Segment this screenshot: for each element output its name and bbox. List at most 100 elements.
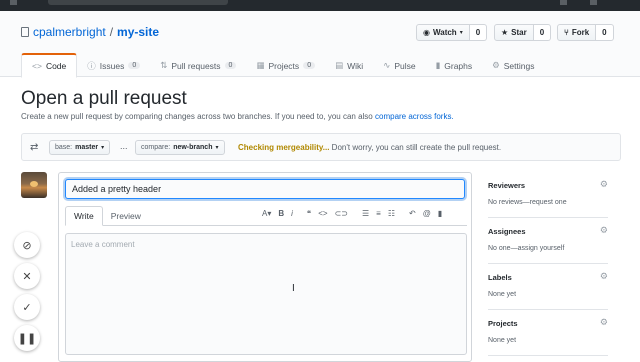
text-cursor-icon: I	[292, 283, 295, 294]
compare-branch-select[interactable]: compare: new-branch ▾	[135, 140, 225, 155]
page-subtitle-text: Create a new pull request by comparing c…	[21, 112, 373, 121]
compare-icon: ⇄	[30, 142, 39, 153]
github-logo-icon[interactable]	[10, 0, 17, 5]
tab-graphs-label: Graphs	[444, 60, 473, 71]
camera-off-button[interactable]: ⊘	[14, 232, 40, 258]
global-search-input[interactable]	[48, 0, 228, 5]
watch-group: ◉ Watch ▾ 0	[416, 24, 488, 41]
code-icon: <>	[32, 61, 42, 71]
watch-label: Watch	[432, 28, 457, 37]
repo-book-icon	[21, 27, 29, 37]
unordered-list-icon[interactable]: ☰	[362, 209, 369, 221]
ordered-list-icon[interactable]: ≡	[376, 209, 381, 221]
mergeability-status: Checking mergeability... Don't worry, yo…	[238, 143, 501, 152]
graph-icon: ▮	[435, 60, 441, 70]
tab-projects-label: Projects	[268, 60, 300, 71]
tab-pull-requests-label: Pull requests	[171, 60, 221, 71]
branch-range-bar: ⇄ base: master ▾ ... compare: new-branch ▾ C…	[21, 133, 621, 161]
pulse-icon: ∿	[383, 60, 391, 70]
mergeability-checking: Checking mergeability...	[238, 143, 330, 152]
project-icon: ▦	[256, 60, 265, 70]
base-prefix: base:	[55, 144, 73, 151]
chevron-down-icon: ▾	[101, 145, 105, 151]
close-icon: ✕	[22, 270, 32, 283]
comment-textarea[interactable]: Leave a comment	[65, 233, 467, 355]
pr-editor: Added a pretty header Write Preview A▾ B…	[58, 172, 472, 362]
repo-title: cpalmerbright / my-site	[21, 25, 159, 39]
tab-code[interactable]: <> Code	[21, 53, 78, 78]
mention-icon[interactable]: @	[423, 209, 431, 221]
tab-graphs[interactable]: ▮ Graphs	[426, 53, 483, 78]
close-button[interactable]: ✕	[14, 263, 40, 289]
pause-icon: ❚❚	[17, 332, 37, 345]
text-size-icon[interactable]: A▾	[262, 209, 271, 221]
confirm-button[interactable]: ✓	[14, 294, 40, 320]
repo-name-link[interactable]: my-site	[117, 25, 159, 39]
pull-request-icon: ⇅	[160, 60, 168, 70]
base-branch-select[interactable]: base: master ▾	[49, 140, 111, 155]
watch-button[interactable]: ◉ Watch ▾	[416, 24, 470, 41]
reply-icon[interactable]: ↶	[409, 209, 416, 221]
task-list-icon[interactable]: ☷	[388, 209, 395, 221]
quote-icon[interactable]: ❝	[307, 209, 311, 221]
star-button[interactable]: ★ Star	[494, 24, 534, 41]
user-menu-icon[interactable]	[590, 0, 597, 5]
gear-icon[interactable]: ⚙	[600, 271, 608, 282]
camera-off-icon: ⊘	[22, 239, 32, 252]
sidebar-assignees: Assignees ⚙ No one—assign yourself	[488, 218, 608, 264]
fork-count[interactable]: 0	[596, 24, 614, 41]
gear-icon[interactable]: ⚙	[600, 179, 608, 190]
tab-pull-requests[interactable]: ⇅ Pull requests 0	[150, 53, 246, 78]
page-title: Open a pull request	[21, 88, 187, 109]
pause-button[interactable]: ❚❚	[14, 325, 40, 351]
link-icon[interactable]: ⊂⊃	[335, 209, 348, 221]
tab-write[interactable]: Write	[65, 206, 103, 226]
star-icon: ★	[501, 28, 509, 37]
pr-title-input[interactable]: Added a pretty header	[65, 179, 465, 199]
sidebar-projects: Projects ⚙ None yet	[488, 310, 608, 356]
range-dots: ...	[120, 141, 128, 151]
fork-group: ⑂ Fork 0	[557, 24, 614, 41]
sidebar-labels: Labels ⚙ None yet	[488, 264, 608, 310]
gear-icon[interactable]: ⚙	[600, 317, 608, 328]
avatar[interactable]	[21, 172, 47, 198]
repo-owner-link[interactable]: cpalmerbright	[33, 25, 106, 39]
issues-count-badge: 0	[128, 62, 141, 69]
star-group: ★ Star 0	[494, 24, 552, 41]
base-branch-name: master	[75, 144, 99, 151]
chevron-down-icon: ▾	[459, 30, 463, 36]
assignees-value[interactable]: No one—assign yourself	[488, 245, 564, 252]
avatar-sun	[30, 181, 38, 187]
tab-pulse[interactable]: ∿ Pulse	[373, 53, 425, 78]
tab-issues[interactable]: ⓘ Issues 0	[77, 53, 150, 78]
tab-preview[interactable]: Preview	[103, 206, 149, 226]
tab-wiki-label: Wiki	[347, 60, 364, 71]
italic-icon[interactable]: i	[291, 209, 293, 221]
fork-button[interactable]: ⑂ Fork	[557, 24, 597, 41]
reviewers-value[interactable]: No reviews—request one	[488, 199, 567, 206]
compare-forks-link[interactable]: compare across forks.	[375, 112, 454, 121]
gear-icon[interactable]: ⚙	[600, 225, 608, 236]
bold-icon[interactable]: B	[278, 209, 284, 221]
code-icon[interactable]: <>	[318, 209, 327, 221]
labels-label: Labels	[488, 273, 512, 282]
pr-sidebar: Reviewers ⚙ No reviews—request one Assig…	[488, 172, 608, 356]
watch-count[interactable]: 0	[469, 24, 488, 41]
tab-projects[interactable]: ▦ Projects 0	[246, 53, 325, 78]
markdown-toolbar: A▾ B i ❝ <> ⊂⊃ ☰ ≡ ☷ ↶ @ ▮	[255, 209, 442, 221]
book-icon: ▤	[335, 60, 344, 70]
reviewers-label: Reviewers	[488, 181, 526, 190]
repo-separator: /	[109, 25, 114, 39]
notifications-icon[interactable]	[560, 0, 567, 5]
tab-pulse-label: Pulse	[394, 60, 416, 71]
repo-header: cpalmerbright / my-site ◉ Watch ▾ 0 ★ Star …	[0, 11, 640, 78]
tab-wiki[interactable]: ▤ Wiki	[325, 53, 373, 78]
assignees-label: Assignees	[488, 227, 526, 236]
projects-label: Projects	[488, 319, 518, 328]
bookmark-icon[interactable]: ▮	[438, 209, 442, 221]
star-label: Star	[511, 28, 527, 37]
check-icon: ✓	[22, 301, 32, 314]
star-count[interactable]: 0	[533, 24, 552, 41]
tab-issues-label: Issues	[99, 60, 125, 71]
tab-settings[interactable]: ⚙ Settings	[482, 53, 544, 78]
